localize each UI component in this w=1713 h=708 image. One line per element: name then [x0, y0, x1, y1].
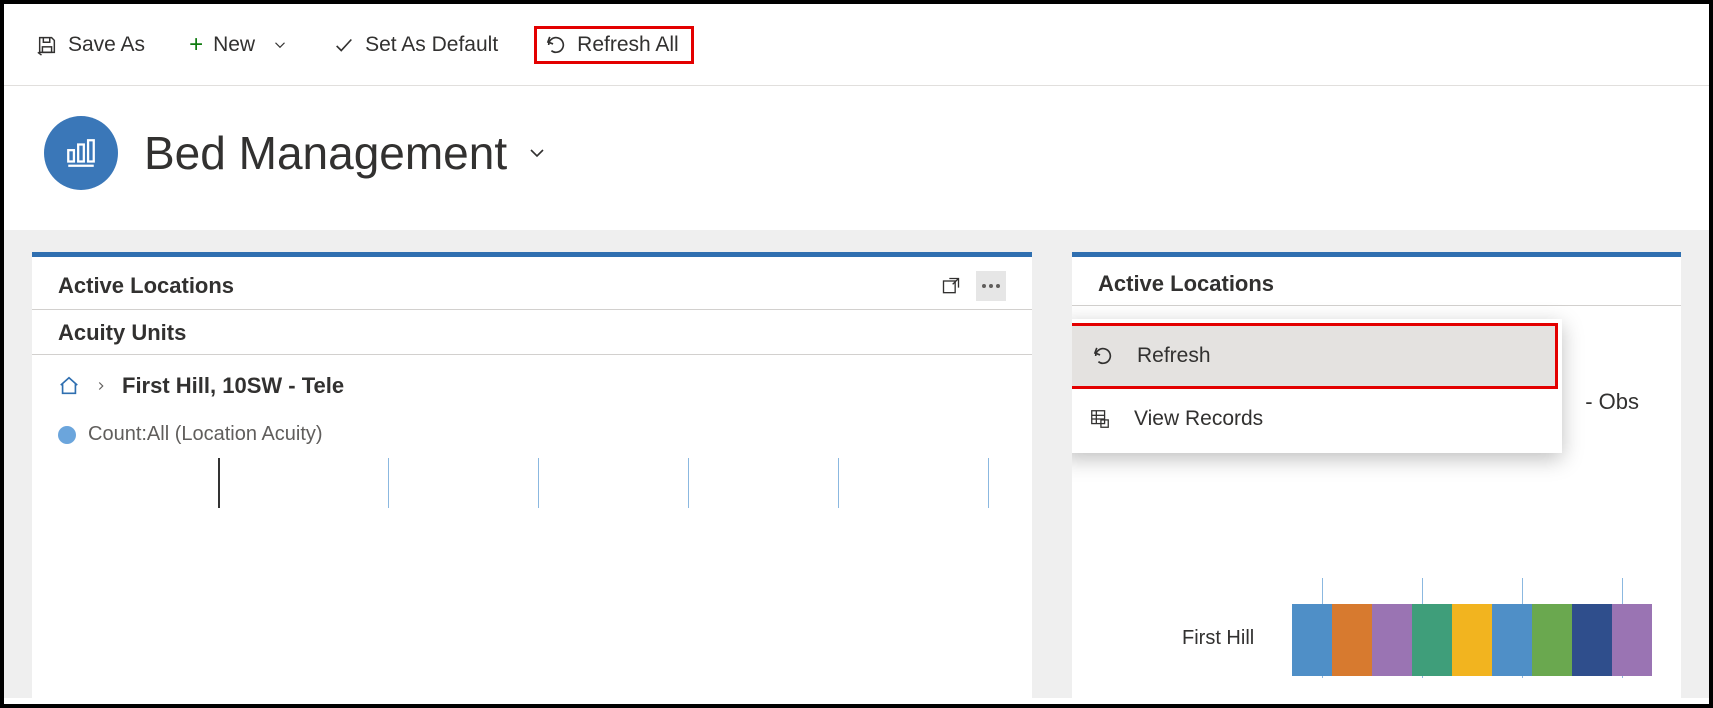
axis-tick	[688, 458, 689, 508]
chart-axis-ticks	[58, 458, 1006, 528]
set-default-label: Set As Default	[365, 33, 498, 57]
stacked-bar	[1292, 604, 1681, 676]
check-icon	[333, 34, 355, 56]
refresh-all-label: Refresh All	[577, 33, 679, 57]
expand-button[interactable]	[936, 271, 966, 301]
legend-label: Count:All (Location Acuity)	[88, 423, 323, 446]
set-default-button[interactable]: Set As Default	[325, 27, 506, 63]
toolbar: Save As + New Set As Default Refresh All	[4, 4, 1709, 86]
axis-tick	[538, 458, 539, 508]
panel-subtitle-left: Acuity Units	[32, 310, 1032, 355]
dashboard-title-dropdown[interactable]: Bed Management	[144, 126, 549, 180]
panel-active-locations-left: Active Locations Acuity Units	[32, 252, 1032, 698]
breadcrumb-left: First Hill, 10SW - Tele	[32, 355, 1032, 405]
save-as-button[interactable]: Save As	[28, 27, 153, 63]
panel-active-locations-right: Active Locations Refresh	[1072, 252, 1681, 698]
save-icon	[36, 34, 58, 56]
dashboard-title: Bed Management	[144, 126, 507, 180]
axis-tick	[838, 458, 839, 508]
axis-tick	[388, 458, 389, 508]
menu-item-view-records[interactable]: View Records	[1072, 389, 1558, 449]
legend-dot-icon	[58, 426, 76, 444]
panel-header-right: Active Locations Refresh	[1072, 257, 1681, 306]
app-frame: Save As + New Set As Default Refresh All	[0, 0, 1713, 708]
stack-row-label: First Hill	[1182, 627, 1254, 650]
bar-segment	[1532, 604, 1572, 676]
menu-item-refresh[interactable]: Refresh	[1072, 323, 1558, 389]
bar-segment	[1332, 604, 1372, 676]
dashboard-icon	[44, 116, 118, 190]
panel-title-left: Active Locations	[58, 273, 234, 299]
bar-segment	[1372, 604, 1412, 676]
refresh-icon	[545, 34, 567, 56]
chevron-down-icon	[525, 141, 549, 165]
dashboard-header: Bed Management	[4, 86, 1709, 230]
panel-header-left: Active Locations	[32, 257, 1032, 310]
chevron-right-icon	[94, 379, 108, 393]
panel-context-menu: Refresh View Records	[1072, 319, 1562, 453]
bar-segment	[1492, 604, 1532, 676]
menu-label-view-records: View Records	[1134, 407, 1263, 431]
refresh-icon	[1091, 344, 1115, 368]
more-options-button[interactable]	[976, 271, 1006, 301]
new-label: New	[213, 33, 255, 57]
plus-icon: +	[189, 33, 203, 57]
breadcrumb-right-suffix: - Obs	[1559, 371, 1665, 421]
bar-segment	[1452, 604, 1492, 676]
chevron-down-icon	[271, 36, 289, 54]
axis-tick	[988, 458, 989, 508]
save-as-label: Save As	[68, 33, 145, 57]
bar-segment	[1412, 604, 1452, 676]
axis-tick	[218, 458, 220, 508]
panel-actions	[936, 271, 1006, 301]
new-button[interactable]: + New	[181, 27, 297, 63]
menu-label-refresh: Refresh	[1137, 344, 1211, 368]
refresh-all-button[interactable]: Refresh All	[534, 26, 694, 64]
breadcrumb-location[interactable]: First Hill, 10SW - Tele	[122, 373, 344, 399]
panels-area: Active Locations Acuity Units	[4, 230, 1709, 698]
bar-segment	[1292, 604, 1332, 676]
records-icon	[1088, 407, 1112, 431]
bar-segment	[1572, 604, 1612, 676]
bar-segment	[1612, 604, 1652, 676]
chart-legend: Count:All (Location Acuity)	[32, 405, 1032, 458]
panel-title-right: Active Locations	[1098, 271, 1274, 297]
home-icon[interactable]	[58, 375, 80, 397]
